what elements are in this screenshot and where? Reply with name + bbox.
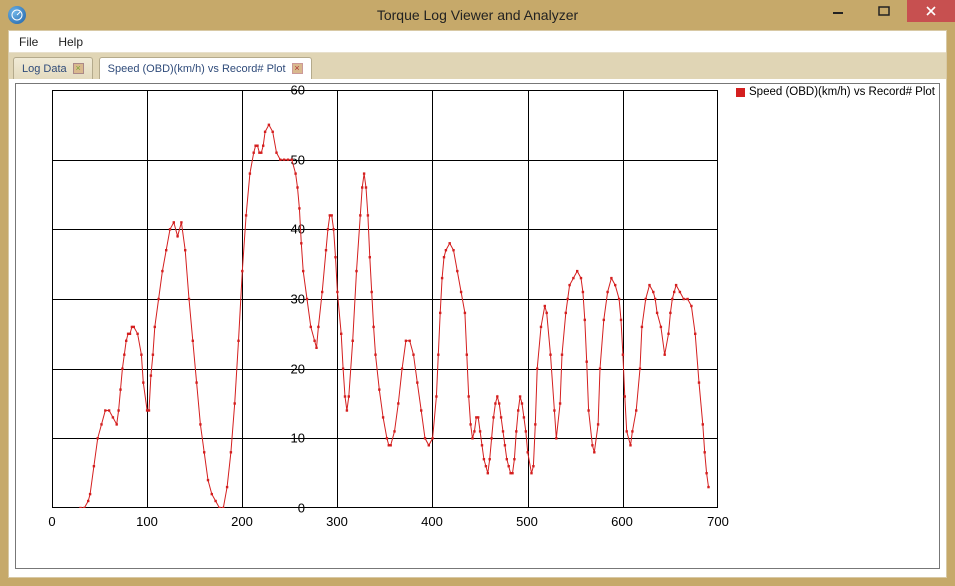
menu-help[interactable]: Help [54,33,87,51]
legend-swatch-icon [736,88,745,97]
maximize-button[interactable] [861,0,907,22]
x-tick: 700 [703,514,733,529]
tab-log-data[interactable]: Log Data × [13,57,93,79]
menu-file[interactable]: File [15,33,42,51]
tab-label: Log Data [22,63,67,75]
x-tick: 100 [132,514,162,529]
chart-panel: Speed (OBD)(km/h) vs Record# Plot 0 10 2… [15,83,940,569]
titlebar: Torque Log Viewer and Analyzer [0,0,955,30]
minimize-button[interactable] [815,0,861,22]
app-icon [8,6,26,24]
x-tick: 400 [417,514,447,529]
chart-container: Speed (OBD)(km/h) vs Record# Plot 0 10 2… [9,79,946,577]
x-tick: 500 [512,514,542,529]
client-area: File Help Log Data × Speed (OBD)(km/h) v… [8,30,947,578]
close-icon[interactable]: × [73,63,84,74]
close-icon[interactable]: × [292,63,303,74]
tab-label: Speed (OBD)(km/h) vs Record# Plot [108,63,286,75]
plot-region[interactable] [52,90,718,508]
close-button[interactable] [907,0,955,22]
tab-speed-plot[interactable]: Speed (OBD)(km/h) vs Record# Plot × [99,57,312,79]
x-tick: 200 [227,514,257,529]
window-title: Torque Log Viewer and Analyzer [0,7,955,23]
x-tick: 600 [607,514,637,529]
tabstrip: Log Data × Speed (OBD)(km/h) vs Record# … [9,53,946,79]
x-tick: 0 [37,514,67,529]
legend: Speed (OBD)(km/h) vs Record# Plot [736,86,935,98]
x-tick: 300 [322,514,352,529]
chart-line [52,90,718,508]
window-controls [815,0,955,22]
menubar: File Help [9,31,946,53]
legend-label: Speed (OBD)(km/h) vs Record# Plot [749,86,935,98]
